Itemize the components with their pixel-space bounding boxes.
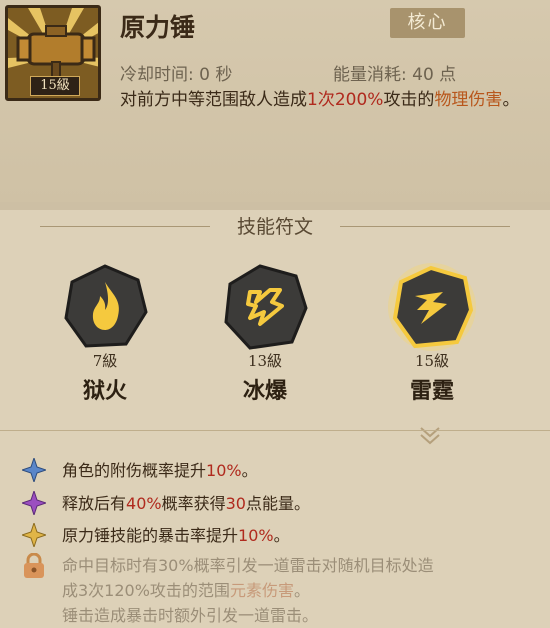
effect-highlight: 10% [238, 526, 274, 545]
effects-divider [0, 430, 550, 431]
effect-text: 原力锤技能的暴击率提升10%。 [62, 522, 290, 546]
effect-pre: 原力锤技能的暴击率提升 [62, 526, 239, 545]
purple-star-icon [22, 491, 46, 515]
locked-effect-text: 命中目标时有30%概率引发一道雷击对随机目标处造 成3次120%攻击的范围元素伤… [62, 553, 532, 628]
locked-line-2c: 。 [293, 581, 310, 600]
desc-damage-type: 物理伤害 [434, 90, 503, 110]
locked-line-2a: 成3次120%攻击的范围 [62, 581, 230, 600]
rune-thunder[interactable]: 15級 雷霆 [372, 262, 492, 405]
locked-line-2: 成3次120%攻击的范围元素伤害。 [62, 578, 532, 603]
effect-pre: 释放后有 [62, 494, 127, 513]
cooldown-text: 冷却时间: 0 秒 [120, 65, 233, 85]
blue-star-icon [22, 458, 46, 482]
skill-description: 对前方中等范围敌人造成1次200%攻击的物理伤害。 [120, 87, 530, 114]
desc-text: 对前方中等范围敌人造成 [120, 90, 307, 110]
rune-level: 13級 [247, 352, 283, 370]
skill-icon[interactable]: 15級 [5, 5, 101, 101]
locked-line-3: 锤击造成暴击时额外引发一道雷击。 [62, 606, 319, 625]
flame-rune-icon [64, 264, 148, 348]
rune-level: 15級 [414, 352, 450, 370]
effect-text: 释放后有40%概率获得30点能量。 [62, 490, 310, 514]
rune-level: 7級 [92, 352, 118, 370]
effect-post: 点能量。 [245, 494, 310, 513]
gold-star-icon [22, 523, 46, 547]
rune-flame[interactable]: 7級 狱火 [45, 262, 165, 405]
title-divider-right [340, 226, 510, 227]
rune-ice-burst[interactable]: 13級 冰爆 [205, 262, 325, 405]
chevron-down-icon [420, 427, 440, 445]
locked-element-damage: 元素伤害 [229, 581, 294, 600]
core-badge: 核心 [390, 8, 465, 38]
effect-highlight: 40% [126, 494, 162, 513]
effect-highlight-2: 30 [225, 494, 246, 513]
desc-percent: 200% [334, 90, 384, 110]
runes-panel-title: 技能符文 [236, 216, 313, 238]
energy-cost-text: 能量消耗: 40 点 [333, 65, 457, 85]
locked-line-1: 命中目标时有30%概率引发一道雷击对随机目标处造 [62, 556, 434, 575]
desc-text-2: 攻击的 [383, 90, 435, 110]
rune-name: 雷霆 [409, 379, 454, 404]
desc-end: 。 [502, 90, 520, 110]
lock-icon [24, 553, 44, 578]
thunder-rune-icon [388, 263, 476, 351]
rune-name: 冰爆 [242, 379, 287, 404]
effect-post: 。 [273, 526, 290, 545]
desc-count: 1次 [307, 90, 335, 110]
skill-level-badge: 15級 [30, 76, 80, 96]
rune-name: 狱火 [82, 379, 127, 404]
effect-mid: 概率获得 [161, 494, 226, 513]
skill-title: 原力锤 [120, 13, 196, 42]
ice-burst-rune-icon [224, 264, 308, 350]
effect-post: 。 [241, 461, 258, 480]
effect-text: 角色的附伤概率提升10%。 [62, 457, 258, 481]
title-divider-left [40, 226, 210, 227]
effect-pre: 角色的附伤概率提升 [62, 461, 207, 480]
effect-highlight: 10% [206, 461, 242, 480]
